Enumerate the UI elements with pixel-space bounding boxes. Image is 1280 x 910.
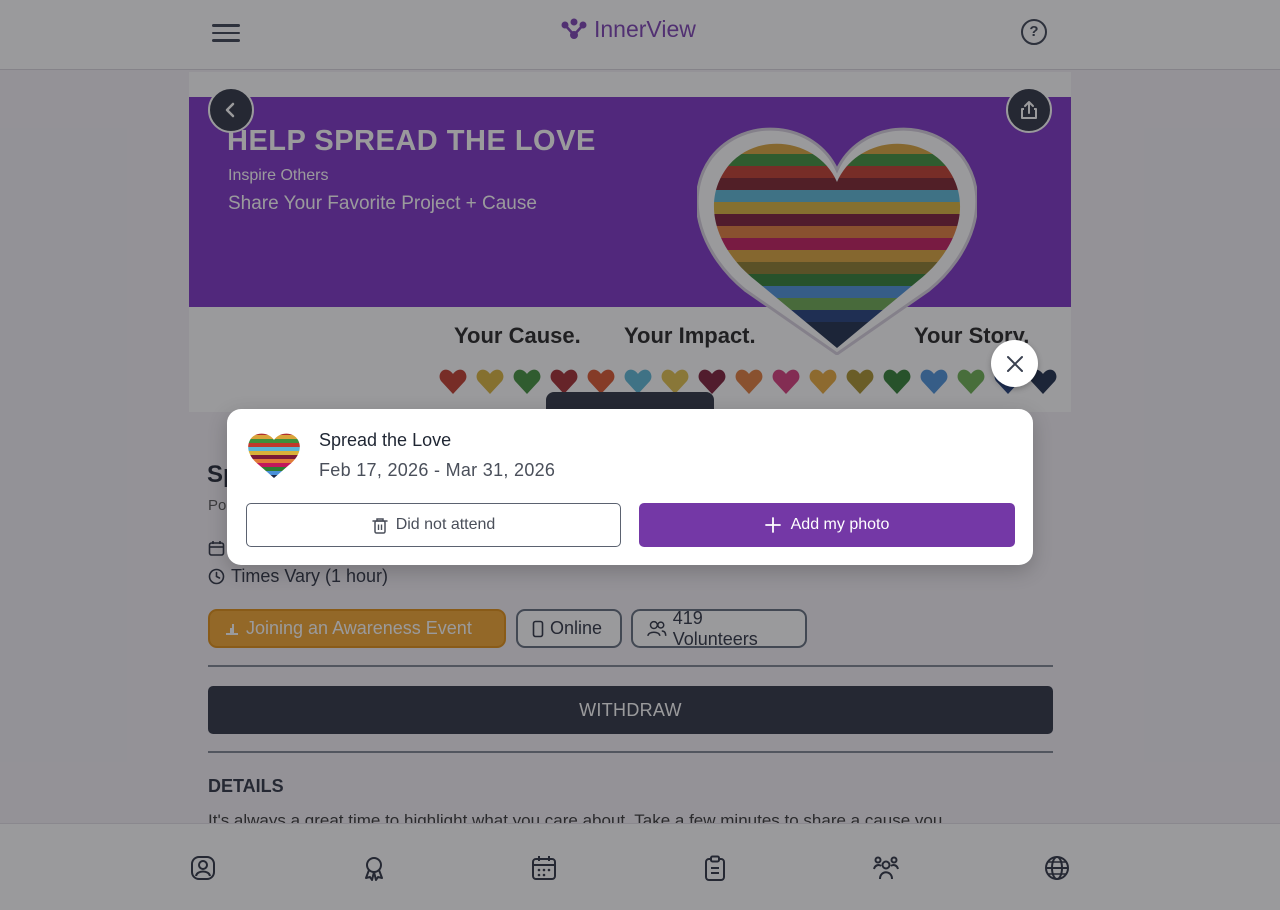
add-photo-label: Add my photo [790,516,890,533]
did-not-attend-label: Did not attend [395,516,496,533]
modal-event-title: Spread the Love [319,430,452,450]
close-button[interactable] [991,340,1038,387]
trash-icon [371,517,388,534]
event-thumbnail-heart-icon [248,433,300,478]
plus-icon [764,517,781,533]
close-icon [1006,355,1023,372]
modal-date-range: Feb 17, 2026 - Mar 31, 2026 [319,460,556,480]
did-not-attend-button[interactable]: Did not attend [246,503,621,547]
add-photo-button[interactable]: Add my photo [639,503,1015,547]
attendance-modal: Spread the Love Feb 17, 2026 - Mar 31, 2… [227,409,1033,565]
